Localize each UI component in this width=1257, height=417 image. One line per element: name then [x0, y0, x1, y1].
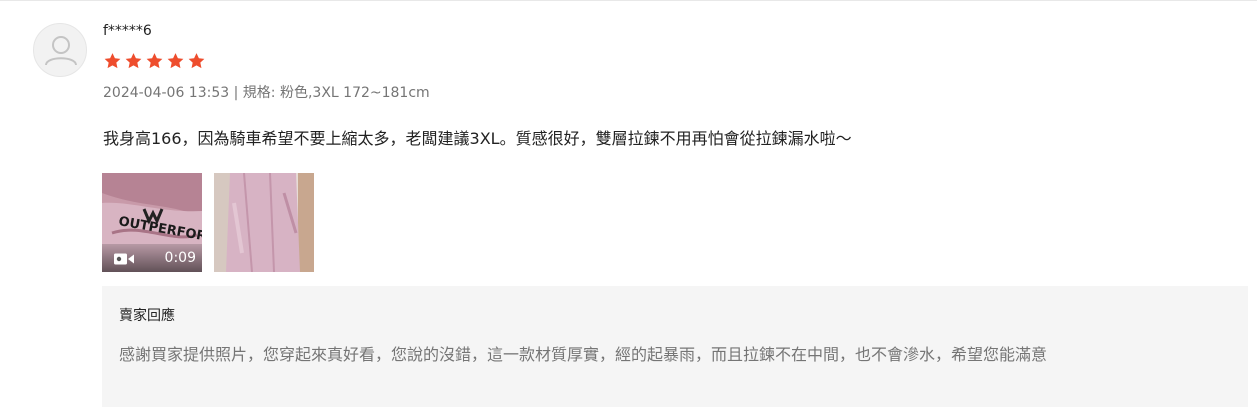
star-icon — [167, 53, 184, 69]
review-photo — [214, 173, 314, 272]
star-icon — [125, 53, 142, 69]
star-icon — [146, 53, 163, 69]
star-rating — [103, 52, 206, 70]
review-variation: 規格: 粉色,3XL 172~181cm — [242, 85, 430, 101]
video-duration: 0:09 — [164, 250, 196, 266]
seller-reply-text: 感謝買家提供照片，您穿起來真好看，您說的沒錯，這一款材質厚實，經的起暴雨，而且拉… — [119, 345, 1048, 364]
video-overlay: 0:09 — [102, 244, 202, 272]
reviewer-username[interactable]: f*****6 — [103, 22, 152, 40]
star-icon — [188, 53, 205, 69]
review-video-thumbnail[interactable]: OUTPERFORM 0:09 — [102, 173, 202, 272]
top-divider — [0, 0, 1257, 1]
video-camera-icon — [114, 253, 134, 265]
user-icon — [45, 36, 77, 66]
meta-separator: | — [233, 85, 239, 101]
seller-reply: 賣家回應 感謝買家提供照片，您穿起來真好看，您說的沒錯，這一款材質厚實，經的起暴… — [102, 286, 1248, 407]
review-date: 2024-04-06 13:53 — [103, 85, 230, 101]
review-text: 我身高166，因為騎車希望不要上縮太多，老闆建議3XL。質感很好，雙層拉鍊不用再… — [103, 129, 852, 148]
review-image-thumbnail[interactable] — [214, 173, 314, 272]
seller-reply-title: 賣家回應 — [119, 308, 175, 324]
star-icon — [104, 53, 121, 69]
review-meta: 2024-04-06 13:53 | 規格: 粉色,3XL 172~181cm — [103, 84, 430, 102]
avatar[interactable] — [33, 23, 87, 77]
